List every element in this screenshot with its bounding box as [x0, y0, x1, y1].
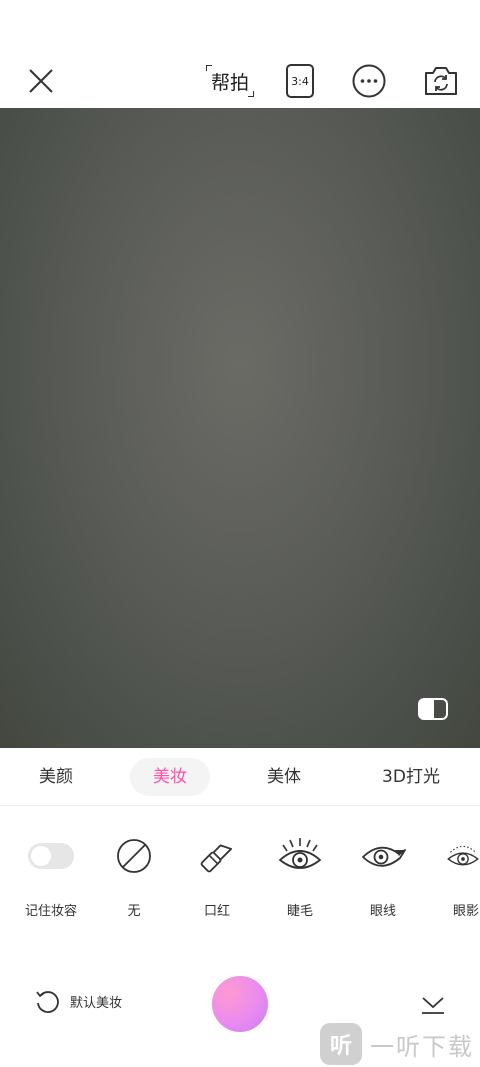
item-label: 眼影: [453, 904, 480, 919]
item-label: 眼线: [369, 904, 396, 919]
flip-camera-icon: [425, 67, 457, 95]
compare-button[interactable]: [418, 698, 448, 720]
eyeshadow-icon: [447, 845, 479, 866]
makeup-item-lipstick[interactable]: 口红: [177, 830, 257, 919]
reset-default-makeup-button[interactable]: 默认美妆: [34, 988, 122, 1014]
more-icon: [352, 64, 386, 98]
toggle-switch-icon[interactable]: [28, 843, 74, 869]
more-button[interactable]: [352, 64, 386, 98]
watermark-logo-char: 听: [329, 1034, 352, 1059]
top-toolbar: 帮拍 3:4: [0, 0, 480, 108]
reset-icon: [36, 991, 59, 1013]
makeup-item-none[interactable]: 无: [94, 830, 174, 919]
flip-camera-button[interactable]: [422, 64, 460, 98]
bracket-icon: [248, 91, 254, 97]
beauty-category-tabs: 美颜 美妆 美体 3D打光: [0, 748, 480, 806]
aspect-ratio-button[interactable]: 3:4: [286, 64, 314, 98]
makeup-item-eyeshadow[interactable]: 眼影: [426, 830, 480, 919]
aspect-ratio-label: 3:4: [291, 74, 309, 88]
tab-3d-lighting[interactable]: 3D打光: [366, 758, 456, 796]
item-label: 口红: [203, 904, 230, 919]
reset-default-makeup-label: 默认美妆: [70, 995, 123, 1011]
item-label: 睫毛: [286, 904, 313, 919]
help-shoot-label: 帮拍: [210, 71, 249, 94]
makeup-items-row: 记住妆容 无 口红 睫毛 眼线 眼影: [0, 830, 480, 930]
tab-beauty[interactable]: 美颜: [22, 758, 90, 796]
chevron-down-icon: [422, 997, 444, 1014]
collapse-panel-button[interactable]: [420, 992, 446, 1016]
eyeliner-icon: [362, 846, 406, 867]
item-label: 记住妆容: [24, 904, 77, 919]
item-label: 无: [127, 904, 141, 919]
watermark-text: 一听下载: [370, 1032, 474, 1061]
tab-body[interactable]: 美体: [250, 758, 318, 796]
close-button[interactable]: [24, 64, 58, 98]
compare-icon: [418, 698, 448, 720]
help-shoot-button[interactable]: 帮拍: [204, 63, 256, 99]
camera-preview[interactable]: [0, 108, 480, 748]
lipstick-icon: [200, 844, 233, 873]
shutter-button[interactable]: [212, 976, 268, 1032]
close-icon: [29, 69, 53, 93]
tab-makeup[interactable]: 美妆: [130, 758, 210, 796]
makeup-item-eyelash[interactable]: 睫毛: [260, 830, 340, 919]
watermark-logo: 听: [320, 1023, 362, 1065]
makeup-item-eyeliner[interactable]: 眼线: [343, 830, 423, 919]
eyelash-icon: [278, 838, 322, 869]
bracket-icon: [206, 65, 212, 71]
remember-makeup-toggle[interactable]: 记住妆容: [11, 830, 91, 919]
none-icon: [117, 839, 151, 873]
watermark: 听 一听下载: [320, 1022, 474, 1066]
